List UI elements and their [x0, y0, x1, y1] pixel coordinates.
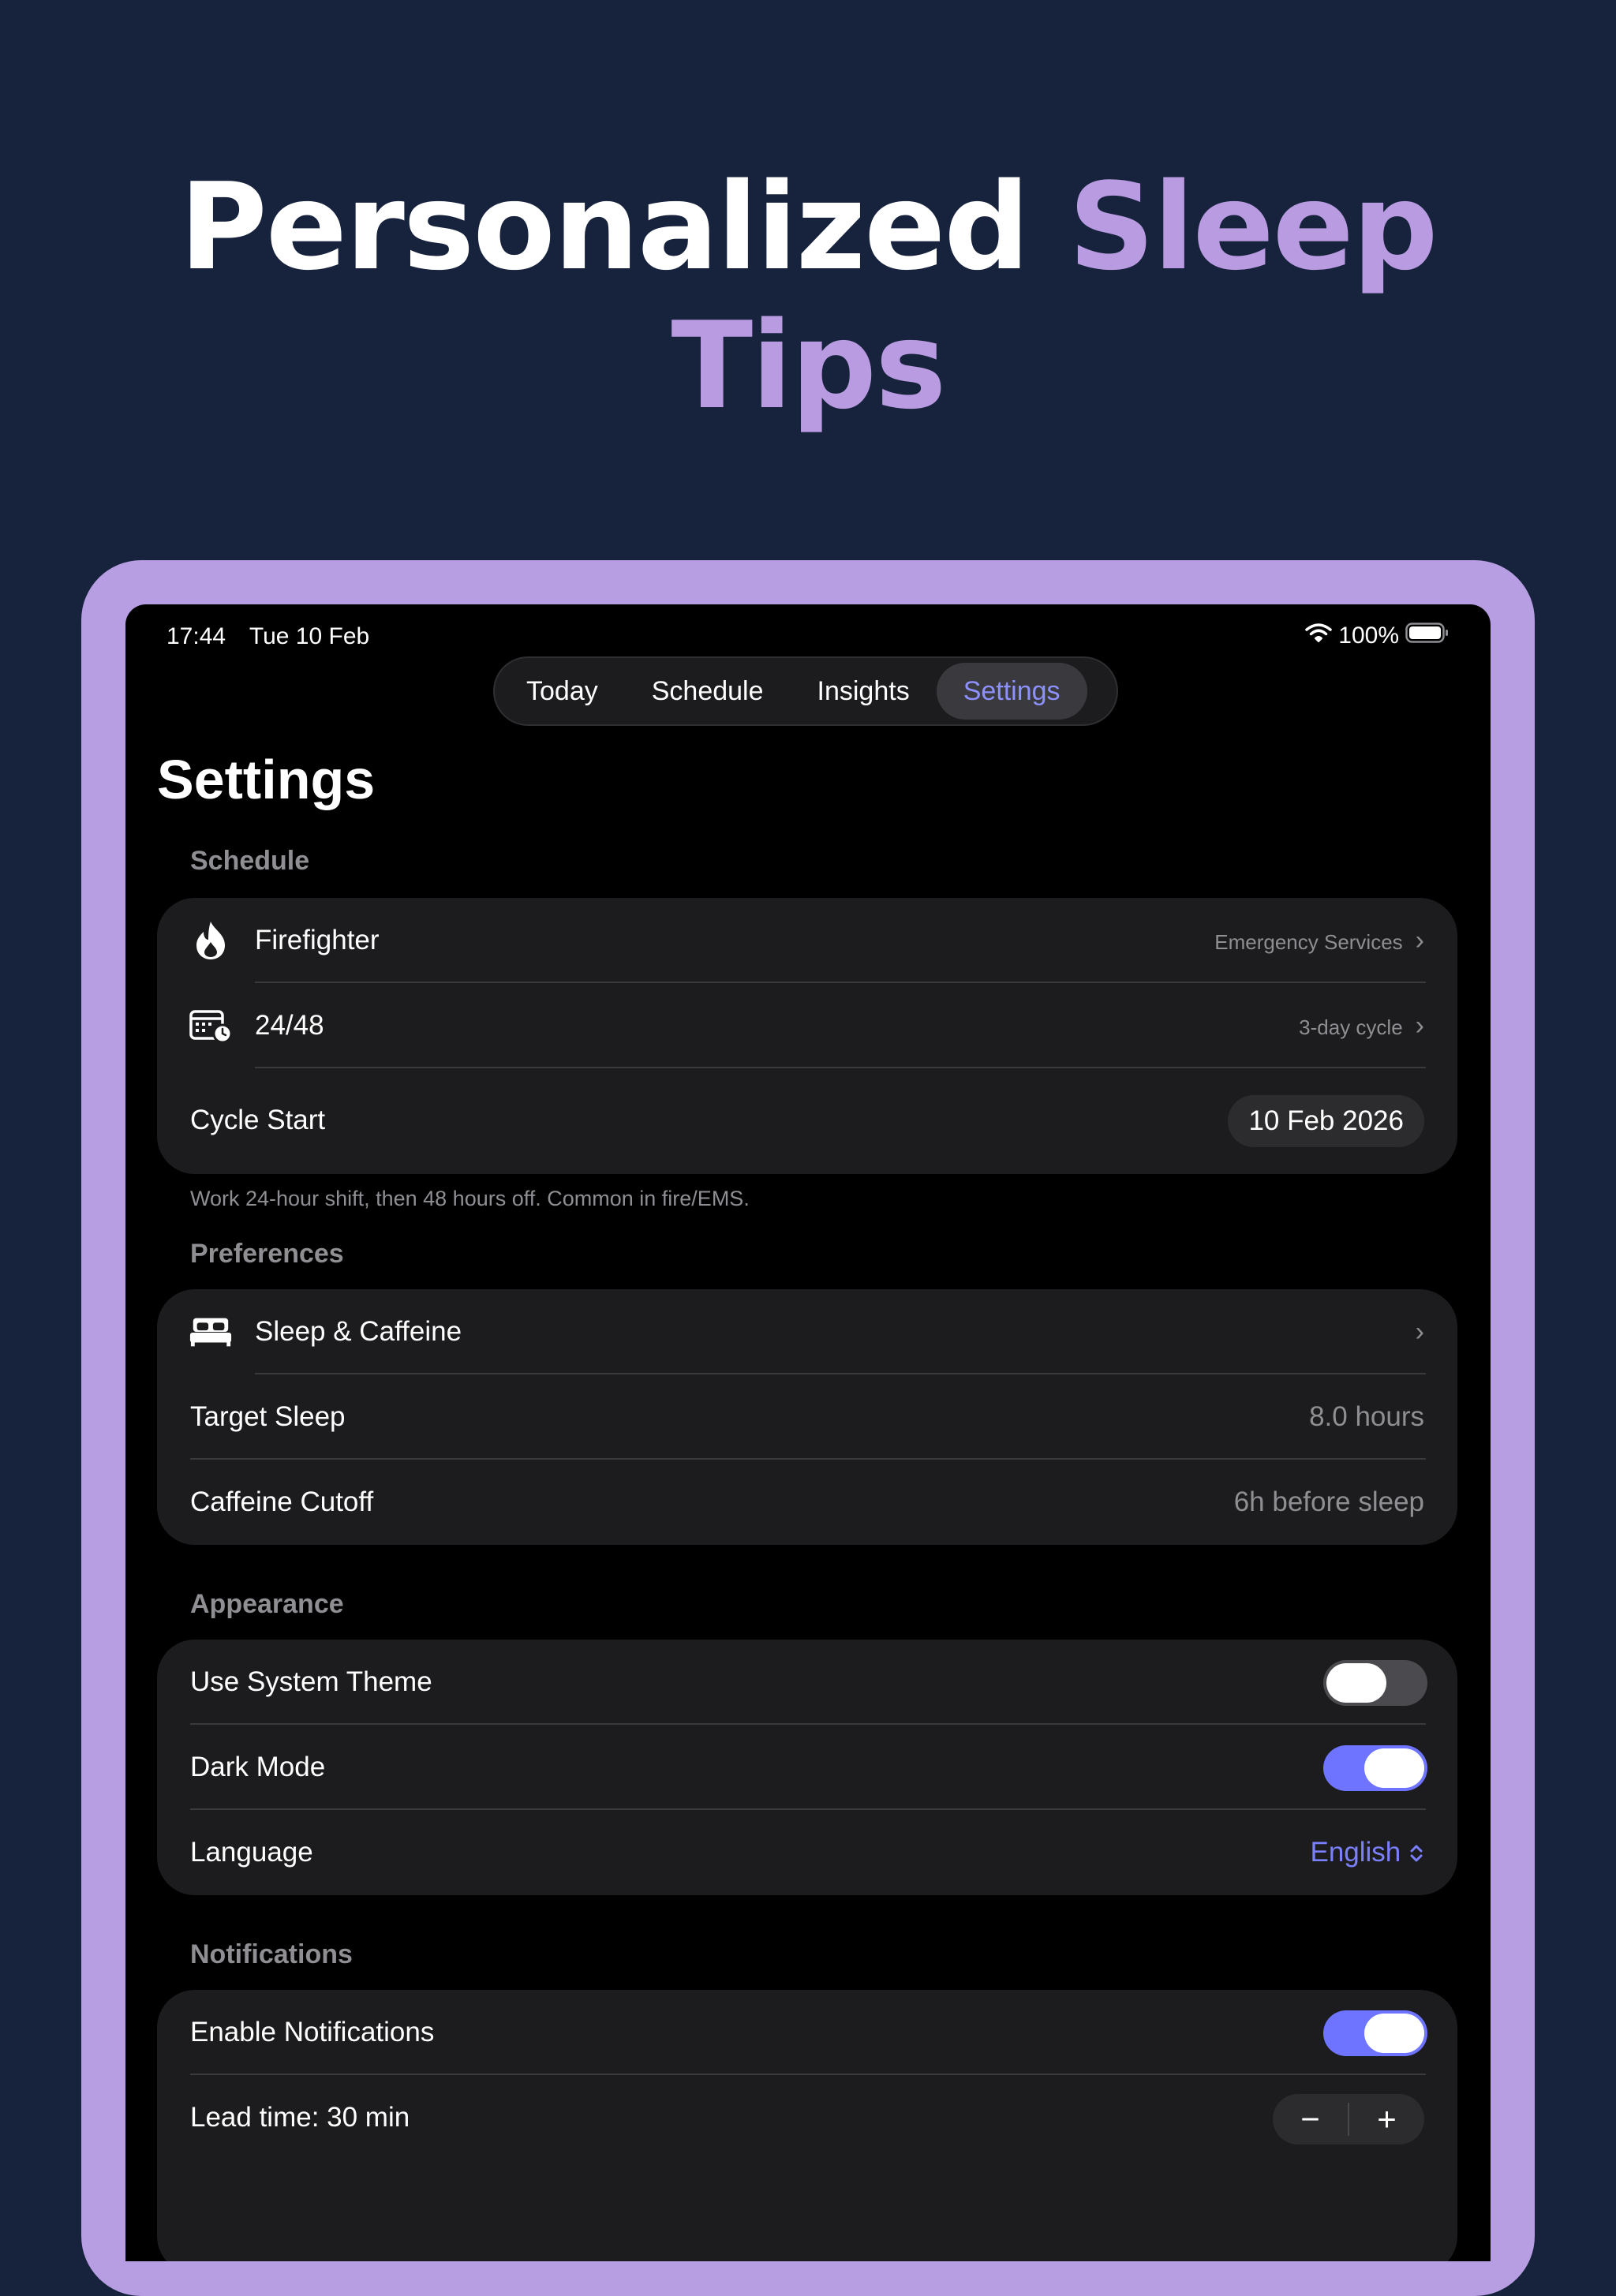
- page-title: Settings: [157, 749, 376, 810]
- tab-settings[interactable]: Settings: [936, 663, 1087, 720]
- wifi-icon: [1305, 623, 1333, 649]
- status-date: Tue 10 Feb: [249, 623, 370, 649]
- enable-notifications-toggle[interactable]: [1323, 2010, 1427, 2056]
- section-header-schedule: Schedule: [190, 846, 310, 876]
- schedule-footnote: Work 24-hour shift, then 48 hours off. C…: [190, 1187, 750, 1210]
- toggle-knob: [1364, 1748, 1424, 1788]
- toggle-knob: [1326, 1663, 1386, 1703]
- language-picker[interactable]: English: [1310, 1810, 1424, 1895]
- bed-icon: [189, 1311, 233, 1352]
- enable-notifications-row: Enable Notifications: [157, 1990, 1457, 2075]
- battery-percent: 100%: [1338, 623, 1399, 649]
- rotation-row[interactable]: 24/48 3-day cycle ›: [157, 983, 1457, 1068]
- chevron-right-icon: ›: [1415, 1011, 1424, 1041]
- language-label: Language: [190, 1837, 313, 1868]
- target-sleep-label: Target Sleep: [190, 1401, 346, 1432]
- notifications-group: Enable Notifications Lead time: 30 min −…: [157, 1990, 1457, 2261]
- system-theme-row: Use System Theme: [157, 1640, 1457, 1725]
- section-header-preferences: Preferences: [190, 1239, 344, 1269]
- tab-today[interactable]: Today: [499, 663, 625, 720]
- toggle-knob: [1364, 2014, 1424, 2053]
- tab-insights[interactable]: Insights: [791, 663, 937, 720]
- chevron-right-icon: ›: [1415, 926, 1424, 955]
- tab-schedule[interactable]: Schedule: [625, 663, 791, 720]
- headline-part-3: Tips: [671, 296, 946, 436]
- schedule-group: Firefighter Emergency Services › 24/48 3-…: [157, 898, 1457, 1174]
- system-theme-label: Use System Theme: [190, 1666, 432, 1697]
- increment-button[interactable]: +: [1349, 2094, 1424, 2145]
- flame-icon: [189, 920, 233, 961]
- headline-part-1: Personalized: [179, 157, 1030, 297]
- caffeine-cutoff-value: 6h before sleep: [1233, 1486, 1424, 1517]
- rotation-label: 24/48: [255, 1010, 324, 1041]
- caffeine-cutoff-label: Caffeine Cutoff: [190, 1486, 374, 1517]
- section-header-notifications: Notifications: [190, 1939, 353, 1969]
- decrement-button[interactable]: −: [1273, 2094, 1348, 2145]
- device-screen: 17:44 Tue 10 Feb 100% Today Schedule Ins…: [125, 604, 1491, 2261]
- battery-icon: [1405, 622, 1450, 650]
- cycle-start-label: Cycle Start: [190, 1105, 326, 1135]
- chevron-up-down-icon: [1408, 1837, 1424, 1868]
- system-theme-toggle[interactable]: [1323, 1660, 1427, 1706]
- calendar-clock-icon: [189, 1005, 233, 1046]
- lead-time-row: Lead time: 30 min − +: [157, 2075, 1457, 2160]
- headline: Personalized Sleep Tips: [0, 158, 1616, 436]
- caffeine-cutoff-row[interactable]: Caffeine Cutoff 6h before sleep: [157, 1460, 1457, 1545]
- chevron-right-icon: ›: [1415, 1317, 1424, 1347]
- language-row: Language English: [157, 1810, 1457, 1895]
- appearance-group: Use System Theme Dark Mode Language Engl…: [157, 1640, 1457, 1895]
- section-header-appearance: Appearance: [190, 1589, 344, 1619]
- preferences-group: Sleep & Caffeine › Target Sleep 8.0 hour…: [157, 1289, 1457, 1545]
- rotation-value: 3-day cycle ›: [1299, 1011, 1424, 1041]
- cycle-start-row: Cycle Start 10 Feb 2026: [157, 1078, 1457, 1163]
- sleep-caffeine-label: Sleep & Caffeine: [255, 1316, 462, 1347]
- sleep-caffeine-chevron: ›: [1403, 1289, 1424, 1374]
- lead-time-label: Lead time: 30 min: [190, 2102, 410, 2133]
- dark-mode-row: Dark Mode: [157, 1725, 1457, 1810]
- dark-mode-toggle[interactable]: [1323, 1745, 1427, 1791]
- target-sleep-value: 8.0 hours: [1309, 1401, 1424, 1432]
- profession-row[interactable]: Firefighter Emergency Services ›: [157, 898, 1457, 983]
- profession-label: Firefighter: [255, 925, 380, 955]
- headline-part-2: Sleep: [1068, 157, 1438, 297]
- status-bar: 17:44 Tue 10 Feb 100%: [125, 615, 1491, 655]
- enable-notifications-label: Enable Notifications: [190, 2017, 435, 2047]
- status-time: 17:44: [166, 623, 226, 649]
- sleep-caffeine-row[interactable]: Sleep & Caffeine ›: [157, 1289, 1457, 1374]
- tab-bar: Today Schedule Insights Settings: [493, 656, 1118, 726]
- profession-value: Emergency Services ›: [1214, 926, 1424, 955]
- dark-mode-label: Dark Mode: [190, 1752, 326, 1782]
- target-sleep-row[interactable]: Target Sleep 8.0 hours: [157, 1374, 1457, 1460]
- lead-time-stepper: − +: [1273, 2094, 1424, 2145]
- divider: [255, 1067, 1426, 1068]
- cycle-start-date-button[interactable]: 10 Feb 2026: [1228, 1095, 1424, 1147]
